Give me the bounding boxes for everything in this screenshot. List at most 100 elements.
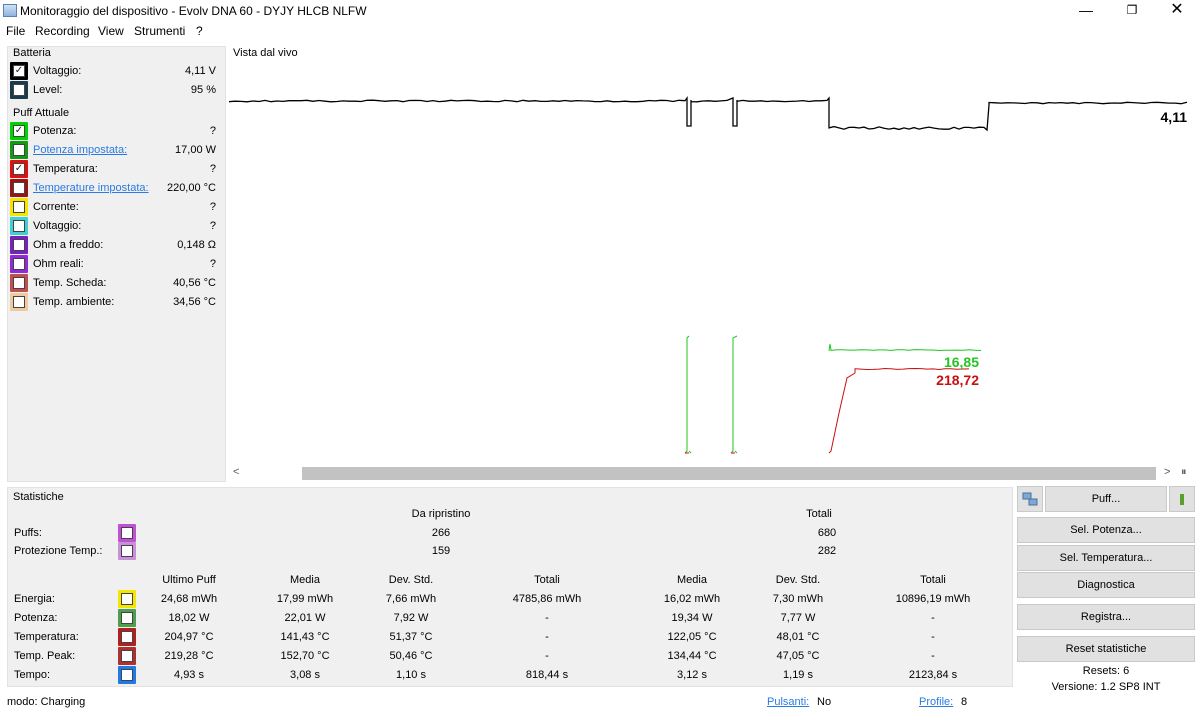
puff-row: Ohm reali:?	[10, 255, 220, 273]
stats-cell: 7,77 W	[780, 612, 816, 624]
select-temperature-button[interactable]: Sel. Temperatura...	[1017, 545, 1195, 571]
stats-color-swatch[interactable]	[118, 647, 136, 665]
stats-column-header: Ultimo Puff	[162, 574, 216, 586]
puff-color-swatch[interactable]	[10, 217, 28, 235]
puff-checkbox[interactable]	[13, 144, 25, 156]
stats-color-swatch[interactable]	[118, 609, 136, 627]
reset-statistics-button[interactable]: Reset statistiche	[1017, 636, 1195, 662]
stats-row-label: Energia:	[14, 593, 55, 605]
puff-value: 17,00 W	[175, 144, 216, 156]
menu-view[interactable]: View	[98, 24, 124, 38]
diagnostics-button[interactable]: Diagnostica	[1017, 572, 1195, 598]
scroll-thumb[interactable]	[302, 467, 1156, 480]
puff-color-swatch[interactable]	[10, 236, 28, 254]
transfer-icon-button[interactable]	[1017, 486, 1043, 512]
stats-cell: 1,19 s	[783, 669, 813, 681]
puff-label: Voltaggio:	[33, 220, 82, 232]
stats-color-swatch[interactable]	[118, 542, 136, 560]
battery-color-swatch[interactable]: ✓	[10, 62, 28, 80]
record-button[interactable]: Registra...	[1017, 604, 1195, 630]
stats-count-label: Protezione Temp.:	[14, 545, 103, 557]
menu-strumenti[interactable]: Strumenti	[134, 24, 185, 38]
puff-checkbox[interactable]	[13, 182, 25, 194]
puff-checkbox[interactable]	[13, 220, 25, 232]
stats-checkbox[interactable]	[121, 631, 133, 643]
puff-color-swatch[interactable]	[10, 141, 28, 159]
puff-row: Ohm a freddo: 0,148 Ω	[10, 236, 220, 254]
resets-count: Resets: 6	[1082, 665, 1130, 677]
pause-icon[interactable]: ⏸	[1181, 466, 1187, 479]
stats-cell: 1,10 s	[396, 669, 426, 681]
menu-recording[interactable]: Recording	[35, 24, 90, 38]
puff-value: ?	[209, 125, 216, 137]
select-power-button[interactable]: Sel. Potenza...	[1017, 517, 1195, 543]
voltage-value-label: 4,11	[1161, 109, 1188, 125]
profile-link[interactable]: Profile:	[919, 696, 953, 708]
stats-cell: 3,12 s	[677, 669, 707, 681]
stats-checkbox[interactable]	[121, 612, 133, 624]
menu-help[interactable]: ?	[196, 24, 203, 38]
stats-cell: 204,97 °C	[164, 631, 214, 643]
stats-cell: 16,02 mWh	[663, 593, 721, 605]
puff-row: Corrente:?	[10, 198, 220, 216]
puff-button[interactable]: Puff...	[1045, 486, 1167, 512]
puff-checkbox[interactable]	[13, 277, 25, 289]
puff-color-swatch[interactable]: ✓	[10, 160, 28, 178]
buttons-link[interactable]: Pulsanti:	[767, 696, 809, 708]
puff-color-swatch[interactable]	[10, 198, 28, 216]
battery-color-swatch[interactable]	[10, 81, 28, 99]
stats-column-header: Media	[677, 574, 707, 586]
scroll-left-arrow[interactable]: <	[233, 466, 239, 478]
battery-row: Level: 95 %	[10, 81, 220, 99]
stats-color-swatch[interactable]	[118, 628, 136, 646]
stats-checkbox[interactable]	[121, 650, 133, 662]
puff-checkbox[interactable]	[13, 296, 25, 308]
battery-value: 4,11 V	[185, 65, 216, 77]
puff-row: Potenza impostata: 17,00 W	[10, 141, 220, 159]
stats-checkbox[interactable]	[121, 527, 133, 539]
battery-icon	[1180, 494, 1184, 505]
puff-checkbox[interactable]: ✓	[13, 125, 25, 137]
puff-checkbox[interactable]: ✓	[13, 163, 25, 175]
stats-checkbox[interactable]	[121, 669, 133, 681]
stats-count-label: Puffs:	[14, 527, 42, 539]
battery-label: Level:	[33, 84, 63, 96]
puff-label: Temperatura:	[33, 163, 98, 175]
battery-checkbox[interactable]	[13, 84, 25, 96]
stats-row-label: Potenza:	[14, 612, 58, 624]
power-line	[684, 335, 982, 454]
puff-color-swatch[interactable]	[10, 255, 28, 273]
maximize-button[interactable]: ❐	[1109, 0, 1155, 22]
scroll-right-arrow[interactable]: >	[1164, 466, 1170, 478]
minimize-button[interactable]: —	[1063, 0, 1109, 22]
puff-checkbox[interactable]	[13, 239, 25, 251]
battery-checkbox[interactable]: ✓	[13, 65, 25, 77]
puff-color-swatch[interactable]	[10, 179, 28, 197]
puff-label[interactable]: Potenza impostata:	[33, 144, 127, 156]
stats-cell: -	[931, 631, 935, 643]
puff-label[interactable]: Temperature impostata:	[33, 182, 149, 194]
close-button[interactable]: ✕	[1154, 0, 1200, 22]
horizontal-scrollbar[interactable]: < > ⏸	[229, 464, 1194, 482]
puff-row: Temperature impostata: 220,00 °C	[10, 179, 220, 197]
stats-checkbox[interactable]	[121, 545, 133, 557]
stats-color-swatch[interactable]	[118, 666, 136, 684]
puff-checkbox[interactable]	[13, 258, 25, 270]
stats-cell: 50,46 °C	[389, 650, 433, 662]
puff-color-swatch[interactable]	[10, 274, 28, 292]
stats-cell: 7,92 W	[393, 612, 429, 624]
stats-cell: 48,01 °C	[776, 631, 820, 643]
transfer-icon	[1022, 492, 1038, 506]
puff-value: ?	[209, 201, 216, 213]
stats-cell: -	[545, 612, 549, 624]
puff-color-swatch[interactable]: ✓	[10, 122, 28, 140]
stats-cell: 10896,19 mWh	[895, 593, 971, 605]
stats-color-swatch[interactable]	[118, 590, 136, 608]
battery-status-button[interactable]	[1169, 486, 1195, 512]
puff-checkbox[interactable]	[13, 201, 25, 213]
puff-color-swatch[interactable]	[10, 293, 28, 311]
stats-cell: 134,44 °C	[667, 650, 717, 662]
menu-file[interactable]: File	[6, 24, 25, 38]
stats-color-swatch[interactable]	[118, 524, 136, 542]
stats-checkbox[interactable]	[121, 593, 133, 605]
